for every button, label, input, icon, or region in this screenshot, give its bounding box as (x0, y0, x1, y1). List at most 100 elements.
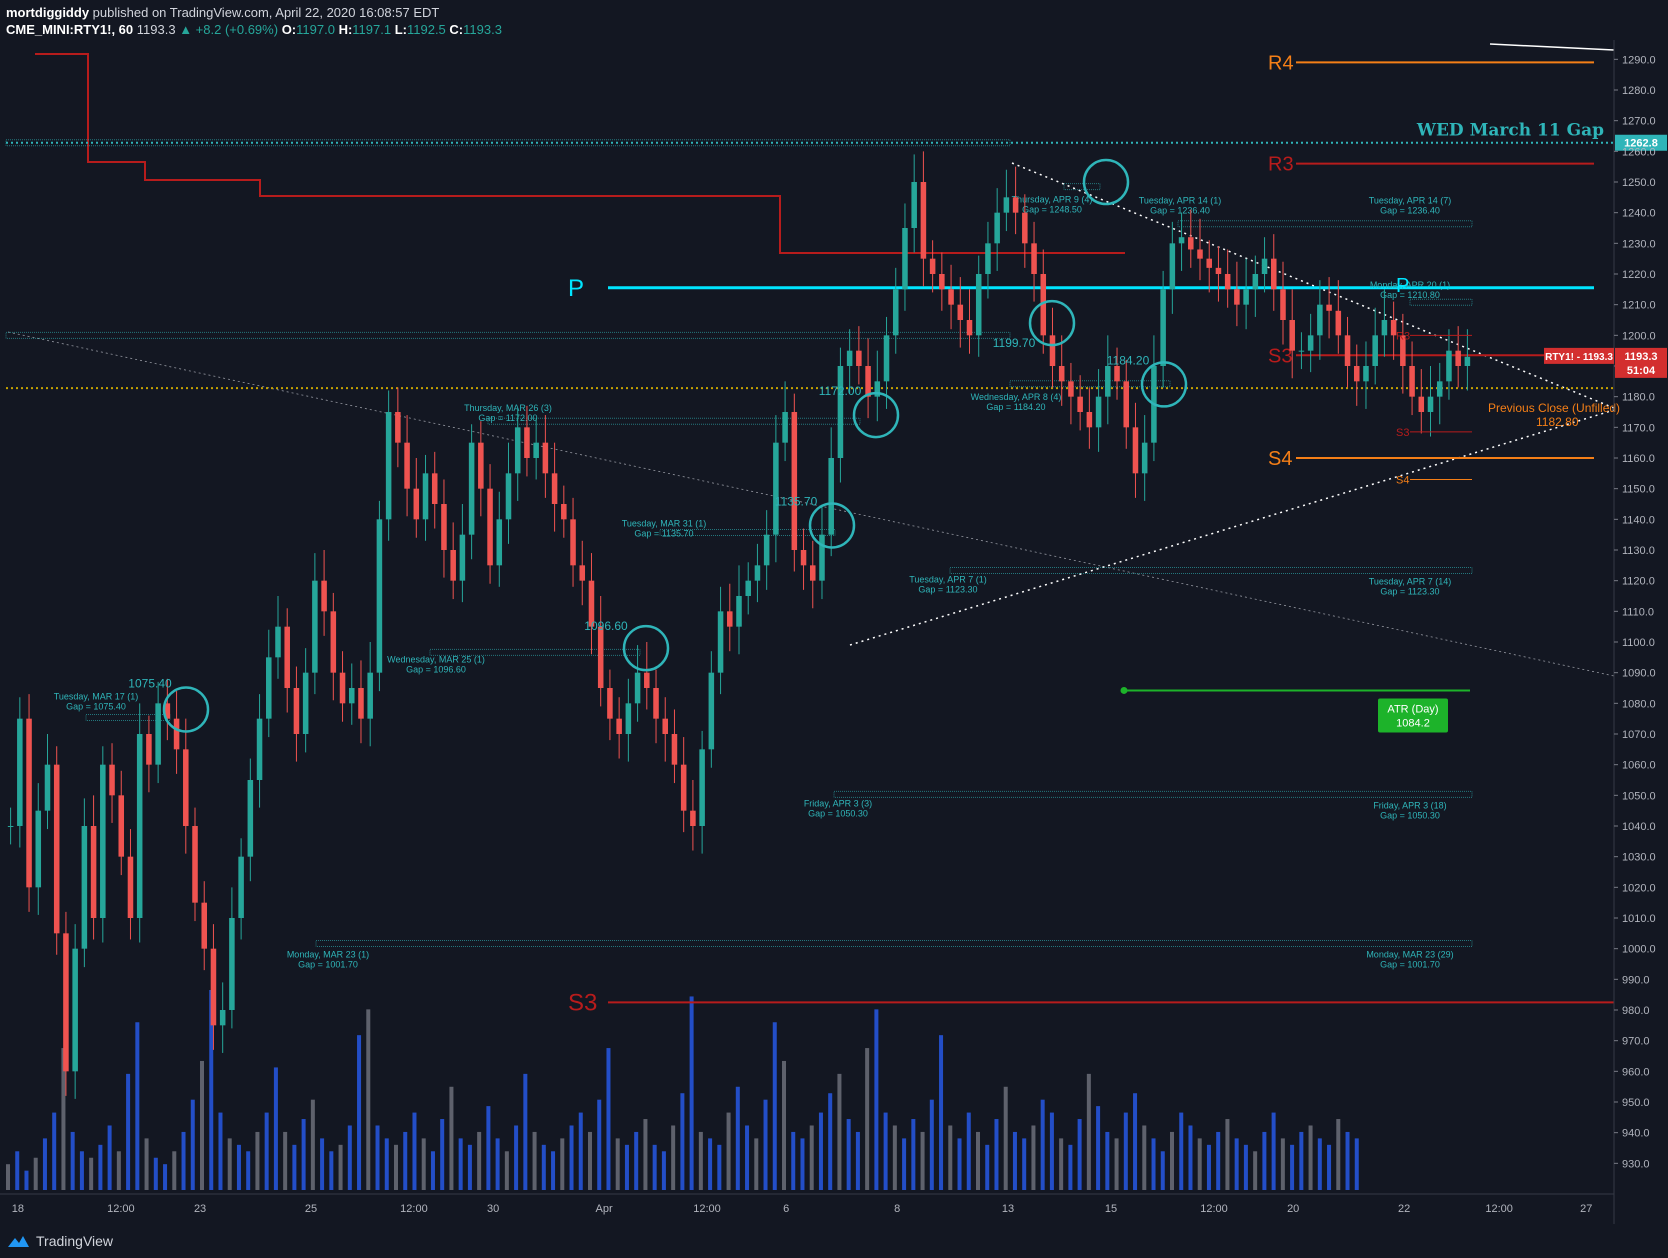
gap-label-value: Gap = 1236.40 (1380, 206, 1440, 216)
candle-body (1141, 442, 1148, 474)
chart-header: mortdiggiddy published on TradingView.co… (0, 0, 1668, 40)
volume-bar (458, 1138, 463, 1190)
y-tick-label: 1210.0 (1622, 300, 1656, 312)
level-label: R4 (1268, 52, 1294, 74)
candle-body (856, 350, 862, 366)
level-label: S3 (568, 990, 597, 1017)
volume-bar (1317, 1138, 1322, 1190)
high-label: H: (338, 22, 353, 37)
gap-label-value: Gap = 1001.70 (298, 959, 358, 969)
small-pivot-label: R3 (1396, 330, 1410, 342)
candle-body (1372, 335, 1378, 366)
volume-bar (911, 1119, 916, 1190)
candle-body (1280, 289, 1286, 320)
candle-body (680, 764, 687, 811)
volume-bar (1271, 1112, 1276, 1190)
candle-body (1326, 304, 1332, 311)
volume-bar (1188, 1125, 1193, 1190)
volume-bar (329, 1151, 334, 1190)
candle-body (644, 672, 650, 688)
candle-body (293, 688, 300, 734)
gap-label-value: Gap = 1050.30 (1380, 810, 1440, 820)
y-tick-label: 970.0 (1622, 1036, 1650, 1048)
volume-bar (726, 1112, 731, 1190)
candle-body (450, 550, 456, 581)
volume-bar (1142, 1125, 1147, 1190)
candle-body (1095, 396, 1102, 428)
candle-body (1436, 381, 1443, 397)
volume-bar (144, 1138, 149, 1190)
volume-bar (1049, 1112, 1054, 1190)
candle-body (1031, 243, 1037, 274)
candle-body (828, 458, 834, 535)
gap-label-title: Wednesday, MAR 25 (1) (387, 654, 485, 664)
candle-body (727, 611, 733, 627)
candle-body (1234, 289, 1240, 305)
gap-label-title: Tuesday, APR 14 (7) (1369, 196, 1452, 206)
close-value: 1193.3 (463, 22, 502, 37)
y-tick-label: 1260.0 (1622, 146, 1656, 158)
volume-bar (948, 1125, 953, 1190)
volume-bar (181, 1131, 186, 1190)
y-tick-label: 1000.0 (1622, 944, 1656, 956)
candle-body (478, 442, 484, 489)
volume-bar (1327, 1144, 1332, 1190)
candle-body (911, 182, 917, 228)
candle-body (533, 442, 539, 458)
candle-body (219, 1010, 226, 1026)
last-price: 1193.3 (136, 22, 176, 37)
volume-bar (98, 1144, 103, 1190)
candle-body (1077, 396, 1083, 412)
candle-body (1344, 335, 1351, 366)
candle-body (358, 688, 364, 719)
volume-bar (227, 1138, 232, 1190)
volume-bar (615, 1138, 620, 1190)
volume-bar (763, 1099, 768, 1190)
candle-body (957, 304, 964, 320)
candle-body (809, 565, 816, 581)
candle-body (1252, 274, 1259, 290)
volume-bar (283, 1131, 288, 1190)
symbol-label[interactable]: CME_MINI:RTY1!, 60 (6, 22, 133, 37)
candle-body (994, 212, 1000, 244)
circle-price-label: 1172.00 (819, 384, 862, 398)
candle-body (321, 580, 327, 612)
volume-bar (126, 1073, 131, 1190)
tradingview-logo[interactable]: TradingView (6, 1233, 113, 1249)
volume-bar (153, 1157, 158, 1190)
volume-bar (24, 1170, 29, 1190)
tradingview-brand: TradingView (36, 1233, 114, 1249)
candle-body (634, 672, 641, 704)
volume-bar (957, 1138, 962, 1190)
volume-bar (15, 1151, 20, 1190)
y-tick-label: 1130.0 (1622, 545, 1655, 557)
volume-bar (1003, 1086, 1008, 1190)
y-tick-label: 1020.0 (1622, 882, 1656, 894)
author-name[interactable]: mortdiggiddy (6, 5, 89, 20)
gap-label-title: Thursday, MAR 26 (3) (464, 403, 552, 413)
level-label: S3 (1268, 345, 1292, 367)
candle-body (63, 933, 69, 1072)
volume-bar (1105, 1131, 1110, 1190)
volume-bar (1354, 1138, 1359, 1190)
volume-bar (264, 1112, 269, 1190)
candle-body (1317, 304, 1323, 336)
volume-bar (172, 1151, 177, 1190)
candle-body (413, 488, 420, 520)
gap-label-value: Gap = 1172.00 (478, 413, 537, 423)
volume-bar (301, 1119, 306, 1190)
volume-bar (680, 1093, 685, 1190)
volume-bar (1151, 1138, 1156, 1190)
volume-bar (1262, 1131, 1267, 1190)
candle-body (653, 688, 659, 719)
volume-bar (994, 1119, 999, 1190)
gap-title-label: WED March 11 Gap (1416, 121, 1604, 141)
circle-price-label: 1199.70 (993, 336, 1036, 350)
candle-body (819, 534, 825, 581)
price-chart[interactable]: R4WED March 11 Gap1262.8R3PS3S4S3Previou… (0, 40, 1668, 1228)
candle-body (939, 274, 945, 290)
volume-bar (79, 1151, 84, 1190)
volume-bar (597, 1099, 602, 1190)
candle-body (385, 412, 392, 520)
volume-bar (551, 1151, 556, 1190)
